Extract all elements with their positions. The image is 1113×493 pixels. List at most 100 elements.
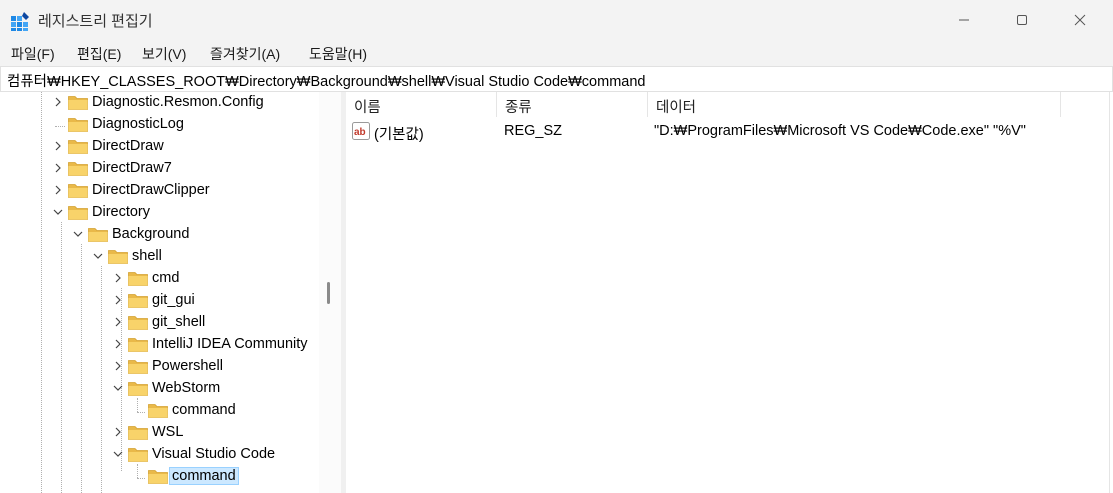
column-header-label: 데이터	[656, 100, 697, 116]
tree-scrollbar-thumb[interactable]	[327, 282, 330, 304]
tree-item-label: WSL	[152, 424, 184, 440]
minimize-button[interactable]	[941, 0, 987, 40]
tree-item[interactable]: Diagnostic.Resmon.Config	[0, 92, 319, 114]
folder-icon	[148, 404, 168, 418]
tree-item[interactable]: WSL	[0, 422, 319, 444]
value-list: 이름 종류 데이터 ab (기본값) REG_SZ "D:₩ProgramFil…	[346, 92, 1113, 493]
chevron-right-icon[interactable]	[112, 337, 124, 351]
tree-item-label: git_shell	[152, 314, 206, 330]
tree-item[interactable]: DiagnosticLog	[0, 114, 319, 136]
chevron-right-icon[interactable]	[112, 359, 124, 373]
menu-bar: 파일(F) 편집(E) 보기(V) 즐겨찾기(A) 도움말(H)	[0, 40, 1113, 64]
chevron-right-icon[interactable]	[52, 161, 64, 175]
address-path: 컴퓨터₩HKEY_CLASSES_ROOT₩Directory₩Backgrou…	[7, 74, 646, 90]
close-icon	[1074, 14, 1086, 26]
folder-icon	[128, 338, 148, 352]
folder-icon	[148, 470, 168, 484]
tree-item[interactable]: Powershell	[0, 356, 319, 378]
folder-icon	[88, 228, 108, 242]
chevron-down-icon[interactable]	[112, 447, 124, 461]
tree-item-label: DiagnosticLog	[92, 116, 184, 132]
folder-icon	[108, 250, 128, 264]
tree-item-label: command	[172, 402, 236, 418]
tree-item-label: Directory	[92, 204, 151, 220]
tree-item[interactable]: Directory	[0, 202, 319, 224]
folder-icon	[68, 162, 88, 176]
folder-icon	[128, 294, 148, 308]
tree-item[interactable]: IntelliJ IDEA Community	[0, 334, 319, 356]
list-edge	[1109, 92, 1110, 493]
tree-item[interactable]: Background	[0, 224, 319, 246]
menu-edit[interactable]: 편집(E)	[77, 44, 121, 64]
column-separator[interactable]	[1060, 92, 1061, 117]
tree-item[interactable]: Visual Studio Code	[0, 444, 319, 466]
maximize-button[interactable]	[999, 0, 1045, 40]
chevron-right-icon[interactable]	[52, 183, 64, 197]
chevron-down-icon[interactable]	[92, 249, 104, 263]
tree-item[interactable]: DirectDraw	[0, 136, 319, 158]
column-header-label: 이름	[354, 100, 381, 116]
tree-item-label: DirectDraw	[92, 138, 164, 154]
window-title: 레지스트리 편집기	[38, 13, 153, 30]
menu-view[interactable]: 보기(V)	[142, 44, 186, 64]
tree-item[interactable]: git_gui	[0, 290, 319, 312]
tree-item[interactable]: WebStorm	[0, 378, 319, 400]
address-bar[interactable]: 컴퓨터₩HKEY_CLASSES_ROOT₩Directory₩Backgrou…	[0, 66, 1113, 92]
folder-icon	[128, 360, 148, 374]
folder-icon	[128, 426, 148, 440]
folder-icon	[128, 272, 148, 286]
chevron-down-icon[interactable]	[112, 381, 124, 395]
folder-icon	[68, 206, 88, 220]
tree-item-label: IntelliJ IDEA Community	[152, 336, 308, 352]
tree-scrollbar[interactable]	[319, 92, 341, 493]
tree-item[interactable]: DirectDraw7	[0, 158, 319, 180]
chevron-right-icon[interactable]	[112, 315, 124, 329]
value-name[interactable]: (기본값)	[374, 123, 424, 144]
svg-text:ab: ab	[354, 127, 366, 138]
tree-item-label-selected: command	[169, 467, 239, 485]
title-bar: 레지스트리 편집기	[0, 0, 1113, 40]
registry-editor-icon	[11, 12, 29, 31]
chevron-right-icon[interactable]	[52, 95, 64, 109]
column-header-type[interactable]: 종류	[497, 92, 647, 117]
menu-help[interactable]: 도움말(H)	[309, 44, 367, 64]
chevron-right-icon[interactable]	[112, 293, 124, 307]
tree-item-label: Powershell	[152, 358, 223, 374]
tree-item-label: DirectDraw7	[92, 160, 172, 176]
tree-item[interactable]: git_shell	[0, 312, 319, 334]
folder-icon	[68, 96, 88, 110]
tree-item[interactable]: DirectDrawClipper	[0, 180, 319, 202]
tree-item[interactable]: command	[0, 466, 319, 488]
tree-item-label: git_gui	[152, 292, 195, 308]
chevron-right-icon[interactable]	[112, 271, 124, 285]
chevron-down-icon[interactable]	[72, 227, 84, 241]
chevron-right-icon[interactable]	[52, 139, 64, 153]
folder-icon	[68, 140, 88, 154]
key-tree: Diagnostic.Resmon.Config DiagnosticLog Dir…	[0, 92, 341, 493]
column-header-data[interactable]: 데이터	[648, 92, 1060, 117]
column-header-label: 종류	[505, 100, 532, 116]
tree-item[interactable]: command	[0, 400, 319, 422]
value-data: "D:₩ProgramFiles₩Microsoft VS Code₩Code.…	[654, 123, 1026, 139]
folder-icon	[68, 184, 88, 198]
chevron-down-icon[interactable]	[52, 205, 64, 219]
folder-icon	[128, 448, 148, 462]
tree-item-label: WebStorm	[152, 380, 221, 396]
tree-item[interactable]: cmd	[0, 268, 319, 290]
column-header-name[interactable]: 이름	[346, 92, 496, 117]
maximize-icon	[1017, 15, 1027, 25]
close-button[interactable]	[1057, 0, 1103, 40]
tree-item-label: DirectDrawClipper	[92, 182, 210, 198]
folder-icon	[128, 316, 148, 330]
menu-file[interactable]: 파일(F)	[11, 44, 55, 64]
tree-item-label: Diagnostic.Resmon.Config	[92, 94, 264, 110]
minimize-icon	[959, 19, 969, 21]
tree-item-label: cmd	[152, 270, 180, 286]
folder-icon	[128, 382, 148, 396]
chevron-right-icon[interactable]	[112, 425, 124, 439]
value-type: REG_SZ	[504, 123, 563, 139]
tree-item-label: Visual Studio Code	[152, 446, 276, 462]
menu-favorites[interactable]: 즐겨찾기(A)	[210, 44, 280, 64]
string-value-icon: ab	[352, 122, 370, 140]
tree-item[interactable]: shell	[0, 246, 319, 268]
